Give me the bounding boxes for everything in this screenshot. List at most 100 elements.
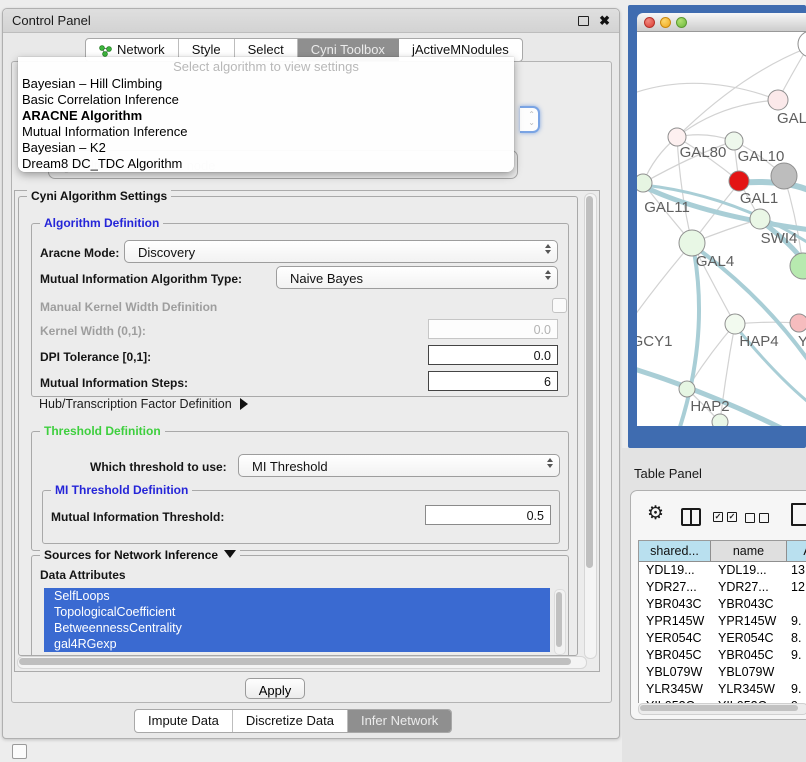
tab-impute-data[interactable]: Impute Data xyxy=(135,710,233,732)
algorithm-option[interactable]: ARACNE Algorithm xyxy=(18,108,514,124)
network-edge[interactable] xyxy=(677,100,778,137)
which-threshold-combobox[interactable]: MI Threshold xyxy=(238,454,560,477)
table-row[interactable]: YBR043CYBR043C xyxy=(639,596,806,613)
network-edge[interactable] xyxy=(637,83,778,100)
network-node-label: GAL11 xyxy=(644,199,690,216)
table-row[interactable]: YER054CYER054C8. xyxy=(639,630,806,647)
table-row[interactable]: YBL079WYBL079W xyxy=(639,664,806,681)
network-node-label: GAL4 xyxy=(696,253,734,270)
float-window-icon[interactable] xyxy=(578,16,589,26)
focused-combobox-fragment[interactable]: ⌃⌄ xyxy=(520,106,540,133)
network-node-gal1[interactable] xyxy=(729,171,749,191)
network-node-gal[interactable] xyxy=(768,90,788,110)
tab-discretize-data[interactable]: Discretize Data xyxy=(233,710,348,732)
table-cell: 13 xyxy=(787,562,806,579)
table-cell: YBR043C xyxy=(711,596,787,613)
network-node-gal11[interactable] xyxy=(637,174,652,192)
dpi-tolerance-field[interactable]: 0.0 xyxy=(428,345,558,365)
close-traffic-light-icon[interactable] xyxy=(644,17,655,28)
manual-kernel-label: Manual Kernel Width Definition xyxy=(40,300,217,314)
tab-label: Impute Data xyxy=(148,710,219,732)
attribute-list-item[interactable]: BetweennessCentrality xyxy=(44,620,550,636)
kernel-width-field[interactable]: 0.0 xyxy=(428,319,558,339)
table-cell: YDR27... xyxy=(711,579,787,596)
network-desktop-frame: GALGAL80GAL10GAL1GAL11SWI4GAL4GCY1HAP4YH… xyxy=(628,5,806,448)
network-node-label: Y xyxy=(798,333,806,350)
algorithm-option[interactable]: Mutual Information Inference xyxy=(18,124,514,140)
cyni-algorithm-settings-group: Cyni Algorithm Settings Algorithm Defini… xyxy=(18,196,578,656)
table-row[interactable]: YDL19...YDL19...13 xyxy=(639,562,806,579)
algorithm-option[interactable]: Bayesian – K2 xyxy=(18,140,514,156)
mi-steps-field[interactable]: 6 xyxy=(428,371,558,391)
table-row[interactable]: YDR27...YDR27...12 xyxy=(639,579,806,596)
table-row[interactable]: YLR345WYLR345W9. xyxy=(639,681,806,698)
collapsed-panel-icon[interactable] xyxy=(12,744,27,759)
kernel-width-label: Kernel Width (0,1): xyxy=(40,324,146,338)
algorithm-option[interactable]: Basic Correlation Inference xyxy=(18,92,514,108)
aracne-mode-value: Discovery xyxy=(138,245,195,260)
column-header[interactable]: shared... xyxy=(639,541,711,562)
algorithm-definition-group: Algorithm Definition Aracne Mode: Discov… xyxy=(31,223,569,397)
algorithm-definition-legend: Algorithm Definition xyxy=(40,216,163,230)
attribute-list-item[interactable]: TopologicalCoefficient xyxy=(44,604,550,620)
algorithm-option[interactable]: Dream8 DC_TDC Algorithm xyxy=(18,156,514,172)
aracne-mode-combobox[interactable]: Discovery xyxy=(124,240,558,263)
apply-button[interactable]: Apply xyxy=(245,678,305,699)
gear-icon[interactable]: ⚙ xyxy=(647,504,664,523)
network-node-hap2[interactable] xyxy=(679,381,695,397)
split-columns-icon[interactable] xyxy=(681,508,701,526)
document-icon[interactable] xyxy=(791,503,806,526)
minimize-traffic-light-icon[interactable] xyxy=(660,17,671,28)
column-header[interactable]: name xyxy=(711,541,787,562)
close-icon[interactable]: ✖ xyxy=(599,14,610,27)
table-cell: YLR345W xyxy=(711,681,787,698)
stepper-icon xyxy=(545,270,551,280)
network-node[interactable] xyxy=(712,414,728,426)
tab-infer-network[interactable]: Infer Network xyxy=(348,710,451,732)
table-cell: YER054C xyxy=(639,630,711,647)
table-row[interactable]: YPR145WYPR145W9. xyxy=(639,613,806,630)
attribute-list-item[interactable]: gal4RGexp xyxy=(44,636,550,652)
algorithm-option[interactable]: Bayesian – Hill Climbing xyxy=(18,76,514,92)
table-cell: YBR045C xyxy=(711,647,787,664)
table-horizontal-scrollbar[interactable] xyxy=(638,703,806,715)
which-threshold-label: Which threshold to use: xyxy=(90,460,227,474)
network-node-label: HAP2 xyxy=(690,398,729,415)
network-node-hap4[interactable] xyxy=(725,314,745,334)
settings-horizontal-scrollbar[interactable] xyxy=(17,656,587,669)
mi-threshold-field[interactable]: 0.5 xyxy=(425,505,551,525)
network-node[interactable] xyxy=(790,253,806,279)
network-node[interactable] xyxy=(771,163,797,189)
table-row[interactable]: YBR045CYBR045C9. xyxy=(639,647,806,664)
attribute-list-item[interactable]: SelfLoops xyxy=(44,588,550,604)
control-panel-titlebar: Control Panel ✖ xyxy=(3,9,619,33)
column-header[interactable]: A xyxy=(787,541,806,562)
algorithm-dropdown-list: Bayesian – Hill ClimbingBasic Correlatio… xyxy=(18,76,514,172)
mi-type-label: Mutual Information Algorithm Type: xyxy=(40,272,242,286)
table-cell: YDR27... xyxy=(639,579,711,596)
network-window-titlebar xyxy=(637,13,806,32)
table-cell: 9. xyxy=(787,613,806,630)
attributes-list-scrollbar[interactable] xyxy=(554,589,566,655)
deselect-all-boxes-icon[interactable] xyxy=(745,513,769,523)
settings-vertical-scrollbar[interactable] xyxy=(584,193,597,659)
network-node-label: SWI4 xyxy=(761,230,798,247)
table-cell: YPR145W xyxy=(639,613,711,630)
mi-type-combobox[interactable]: Naive Bayes xyxy=(276,266,558,289)
network-node-swi4[interactable] xyxy=(750,209,770,229)
data-attributes-list[interactable]: SelfLoopsTopologicalCoefficientBetweenne… xyxy=(44,588,550,654)
select-all-checks-icon[interactable]: ✓✓ xyxy=(713,512,737,522)
screen: Control Panel ✖ NetworkStyleSelectCyni T… xyxy=(0,0,806,762)
table-header-row: shared...nameA xyxy=(639,541,806,562)
network-canvas[interactable]: GALGAL80GAL10GAL1GAL11SWI4GAL4GCY1HAP4YH… xyxy=(637,32,806,426)
table-cell: 12 xyxy=(787,579,806,596)
network-node-label: GAL xyxy=(777,110,806,127)
network-edge[interactable] xyxy=(637,243,692,326)
zoom-traffic-light-icon[interactable] xyxy=(676,17,687,28)
network-node[interactable] xyxy=(798,32,806,57)
manual-kernel-checkbox[interactable] xyxy=(552,298,567,313)
hub-definition-label: Hub/Transcription Factor Definition xyxy=(39,397,232,411)
network-node-y[interactable] xyxy=(790,314,806,332)
hub-definition-expander[interactable]: Hub/Transcription Factor Definition xyxy=(39,397,248,411)
expand-arrow-icon xyxy=(240,398,248,410)
